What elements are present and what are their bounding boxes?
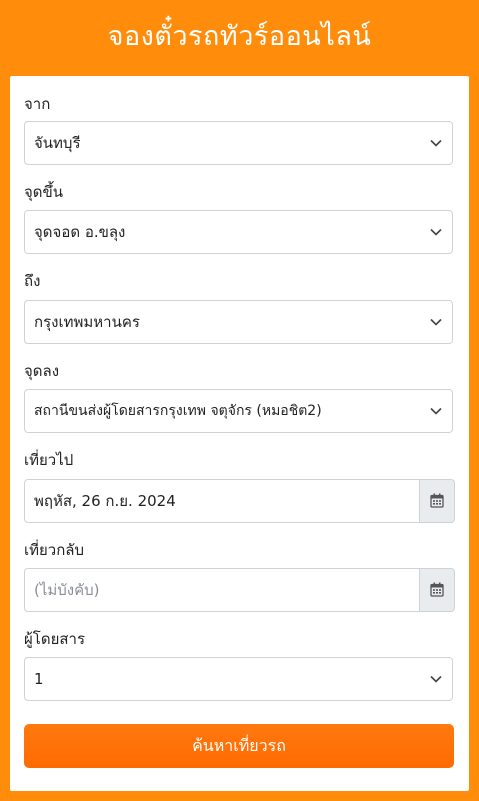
to-label: ถึง [24,272,41,290]
from-label: จาก [24,95,51,113]
depart-calendar-button[interactable] [420,479,455,523]
calendar-icon [430,582,444,597]
dropoff-label: จุดลง [24,362,60,380]
dropoff-select[interactable]: สถานีขนส่งผู้โดยสารกรุงเทพ จตุจักร (หมอช… [24,389,453,433]
return-calendar-button[interactable] [420,568,455,612]
from-select[interactable]: จันทบุรี [24,121,453,165]
passengers-select[interactable]: 1 [24,657,453,701]
depart-value: พฤหัส, 26 ก.ย. 2024 [34,492,176,510]
dropoff-value: สถานีขนส่งผู้โดยสารกรุงเทพ จตุจักร (หมอช… [34,403,322,419]
search-button[interactable]: ค้นหาเที่ยวรถ [24,724,454,768]
pickup-value: จุดจอด อ.ขลุง [34,223,126,241]
page-title: จองตั๋วรถทัวร์ออนไลน์ [107,21,372,52]
return-label: เที่ยวกลับ [24,541,85,559]
from-value: จันทบุรี [34,134,81,152]
pickup-label: จุดขึ้น [24,183,64,201]
booking-form: จาก จันทบุรี จุดขึ้น จุดจอด อ.ขลุง ถึง ก… [10,76,469,791]
to-select[interactable]: กรุงเทพมหานคร [24,300,453,344]
to-value: กรุงเทพมหานคร [34,313,140,331]
chevron-down-icon [430,675,442,683]
passengers-value: 1 [34,670,44,688]
return-date-input[interactable]: (ไม่บังคับ) [24,568,420,612]
calendar-icon [430,493,444,508]
return-placeholder: (ไม่บังคับ) [34,581,100,599]
chevron-down-icon [430,318,442,326]
chevron-down-icon [430,407,442,415]
booking-page: จองตั๋วรถทัวร์ออนไลน์ จาก จันทบุรี จุดขึ… [0,0,479,801]
depart-date-input[interactable]: พฤหัส, 26 ก.ย. 2024 [24,479,420,523]
passengers-label: ผู้โดยสาร [24,630,86,648]
pickup-select[interactable]: จุดจอด อ.ขลุง [24,210,453,254]
depart-label: เที่ยวไป [24,451,74,469]
chevron-down-icon [430,139,442,147]
chevron-down-icon [430,228,442,236]
